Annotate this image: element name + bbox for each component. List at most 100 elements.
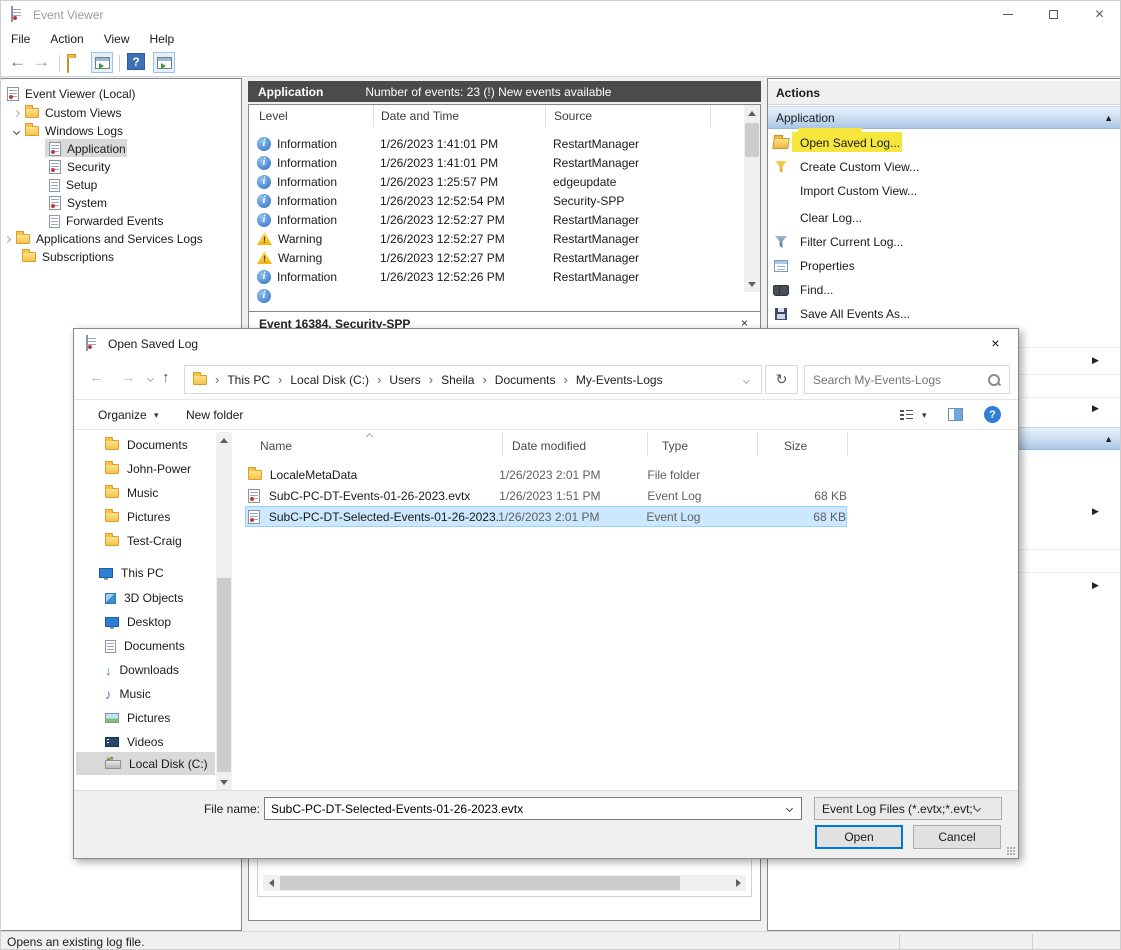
expand-chevron-icon[interactable] — [4, 235, 11, 242]
column-header-level[interactable]: Level — [259, 105, 288, 127]
column-header-size[interactable]: Size — [784, 439, 807, 453]
nav-item-3d-objects[interactable]: 3D Objects — [105, 587, 183, 609]
expand-chevron-icon[interactable] — [13, 109, 20, 116]
tree-item-setup[interactable]: Setup — [49, 176, 97, 194]
scroll-right-button[interactable] — [730, 875, 746, 891]
tree-item-forwarded-events[interactable]: Forwarded Events — [49, 212, 163, 230]
flyout-arrow-icon[interactable]: ▶ — [1092, 355, 1099, 366]
cancel-button[interactable]: Cancel — [913, 825, 1001, 849]
event-row[interactable]: i Information 1/26/2023 12:52:54 PM Secu… — [249, 191, 739, 210]
dialog-help-icon[interactable]: ? — [984, 406, 1001, 423]
nav-item-pictures-quick[interactable]: Pictures — [105, 506, 170, 528]
nav-item-pictures-pc[interactable]: Pictures — [105, 707, 170, 729]
back-button[interactable]: ← — [9, 52, 26, 72]
breadcrumb-sheila[interactable]: Sheila — [441, 373, 474, 387]
minimize-button[interactable] — [985, 1, 1030, 28]
event-row-partial[interactable]: i — [249, 286, 739, 305]
breadcrumb-my-events-logs[interactable]: My-Events-Logs — [576, 373, 663, 387]
action-import-custom-view[interactable]: Import Custom View... — [768, 179, 1121, 203]
nav-item-documents-quick[interactable]: Documents — [105, 434, 188, 456]
action-clear-log[interactable]: Clear Log... — [768, 206, 1121, 230]
new-folder-button[interactable]: New folder — [186, 408, 243, 422]
open-saved-log-toolbar-icon[interactable] — [67, 57, 69, 73]
dialog-close-button[interactable]: × — [973, 329, 1018, 357]
action-find[interactable]: Find... — [768, 278, 1121, 302]
column-header-name[interactable]: Name — [260, 439, 292, 453]
flyout-arrow-icon[interactable]: ▶ — [1092, 506, 1099, 517]
event-row[interactable]: ! Warning 1/26/2023 12:52:27 PM RestartM… — [249, 229, 739, 248]
tree-item-system[interactable]: System — [49, 194, 107, 212]
nav-item-music-quick[interactable]: Music — [105, 482, 158, 504]
event-row[interactable]: ! Warning 1/26/2023 12:52:27 PM RestartM… — [249, 248, 739, 267]
collapse-chevron-icon[interactable] — [13, 127, 20, 134]
breadcrumb-users[interactable]: Users — [389, 373, 420, 387]
action-properties[interactable]: Properties — [768, 254, 1121, 278]
preview-pane-icon[interactable] — [948, 408, 963, 421]
nav-item-this-pc[interactable]: This PC — [99, 562, 164, 584]
event-row[interactable]: i Information 1/26/2023 12:52:27 PM Rest… — [249, 210, 739, 229]
help-toolbar-button[interactable]: ? — [127, 53, 145, 70]
scrollbar-thumb[interactable] — [217, 578, 231, 772]
action-open-saved-log[interactable]: Open Saved Log... — [768, 131, 1121, 155]
event-row[interactable]: i Information 1/26/2023 1:41:01 PM Resta… — [249, 134, 739, 153]
file-type-select[interactable]: Event Log Files (*.evtx;*.evt;*.et — [814, 797, 1002, 820]
collapse-arrow-icon[interactable]: ▲ — [1104, 434, 1113, 444]
nav-item-videos[interactable]: Videos — [105, 731, 163, 753]
scrollbar-thumb[interactable] — [280, 876, 680, 890]
tree-item-windows-logs[interactable]: Windows Logs — [14, 122, 123, 140]
nav-back-button[interactable]: ← — [89, 369, 104, 386]
breadcrumb-this-pc[interactable]: This PC — [227, 373, 270, 387]
forward-button[interactable]: → — [33, 52, 50, 72]
scroll-up-button[interactable] — [216, 432, 232, 448]
nav-item-downloads[interactable]: ↓Downloads — [105, 659, 179, 681]
refresh-button[interactable]: ↻ — [765, 365, 798, 394]
breadcrumb-documents[interactable]: Documents — [495, 373, 556, 387]
tree-item-security[interactable]: Security — [49, 158, 110, 176]
column-header-type[interactable]: Type — [662, 439, 688, 453]
scrollbar-thumb[interactable] — [745, 123, 759, 157]
action-filter-current-log[interactable]: Filter Current Log... — [768, 230, 1121, 254]
nav-forward-button[interactable]: → — [121, 369, 136, 386]
event-row[interactable]: i Information 1/26/2023 12:52:26 PM Rest… — [249, 267, 739, 286]
action-create-custom-view[interactable]: Create Custom View... — [768, 155, 1121, 179]
menu-view[interactable]: View — [94, 29, 140, 49]
nav-item-desktop[interactable]: Desktop — [105, 611, 171, 633]
open-button[interactable]: Open — [815, 825, 903, 849]
action-save-all-events[interactable]: Save All Events As... — [768, 302, 1121, 326]
action-pane-toggle[interactable] — [153, 52, 175, 73]
nav-item-local-disk-c[interactable]: Local Disk (C:) — [105, 753, 208, 775]
file-name-input[interactable] — [265, 802, 787, 816]
file-row-events[interactable]: SubC-PC-DT-Events-01-26-2023.evtx 1/26/2… — [245, 485, 847, 506]
file-row-selected-events[interactable]: SubC-PC-DT-Selected-Events-01-26-2023...… — [245, 506, 847, 527]
search-input[interactable] — [805, 373, 987, 387]
scroll-left-button[interactable] — [263, 875, 279, 891]
scroll-down-button[interactable] — [744, 276, 760, 292]
event-row[interactable]: i Information 1/26/2023 1:25:57 PM edgeu… — [249, 172, 739, 191]
scroll-up-button[interactable] — [744, 105, 760, 121]
file-row-localemetadata[interactable]: LocaleMetaData 1/26/2023 2:01 PM File fo… — [245, 464, 847, 485]
event-row[interactable]: i Information 1/26/2023 1:41:01 PM Resta… — [249, 153, 739, 172]
nav-item-music-pc[interactable]: ♪Music — [105, 683, 151, 705]
nav-scrollbar[interactable] — [216, 432, 232, 790]
menu-action[interactable]: Action — [40, 29, 93, 49]
column-header-datetime[interactable]: Date and Time — [381, 105, 459, 127]
flyout-arrow-icon[interactable]: ▶ — [1092, 580, 1099, 591]
nav-up-button[interactable]: ↑ — [162, 369, 170, 386]
flyout-arrow-icon[interactable]: ▶ — [1092, 403, 1099, 414]
file-name-dropdown-icon[interactable] — [786, 805, 793, 812]
tree-item-subscriptions[interactable]: Subscriptions — [22, 248, 114, 266]
collapse-arrow-icon[interactable]: ▲ — [1104, 113, 1113, 123]
actions-group-application[interactable]: Application ▲ — [768, 106, 1121, 129]
column-header-date-modified[interactable]: Date modified — [512, 439, 586, 453]
nav-item-test-craig[interactable]: Test-Craig — [105, 530, 182, 552]
tree-item-apps-services-logs[interactable]: Applications and Services Logs — [5, 230, 203, 248]
maximize-button[interactable] — [1031, 1, 1076, 28]
column-header-source[interactable]: Source — [554, 105, 592, 127]
file-name-combo[interactable] — [264, 797, 802, 820]
view-mode-dropdown-icon[interactable]: ▾ — [922, 410, 927, 421]
console-tree-toggle[interactable] — [91, 52, 113, 73]
search-box[interactable] — [804, 365, 1010, 394]
breadcrumb-local-disk[interactable]: Local Disk (C:) — [290, 373, 369, 387]
address-bar[interactable]: › This PC › Local Disk (C:) › Users › Sh… — [184, 365, 762, 394]
menu-file[interactable]: File — [1, 29, 40, 49]
